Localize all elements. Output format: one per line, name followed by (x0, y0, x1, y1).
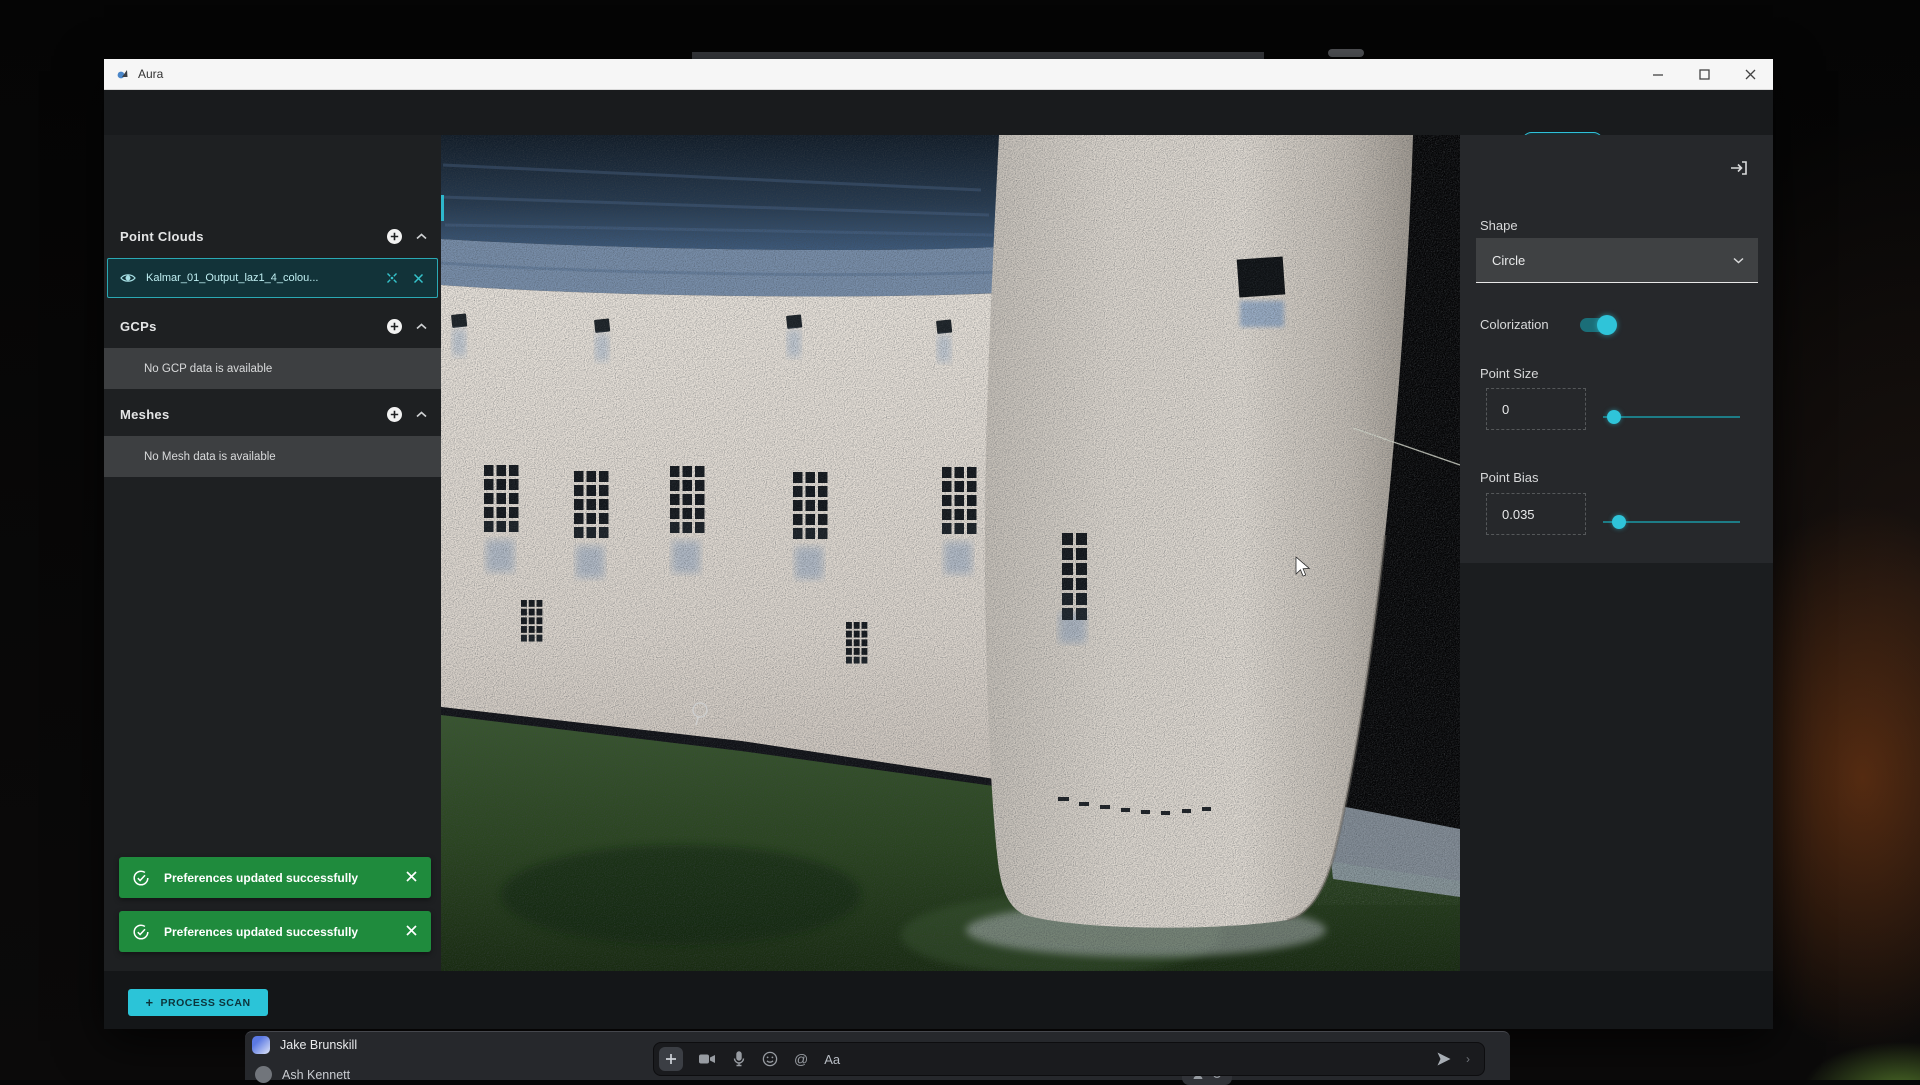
chat-overlay-window: Jake Brunskill Ash Kennett @ Aa (245, 1031, 1510, 1080)
text-format-icon[interactable]: Aa (824, 1052, 840, 1067)
emoji-icon[interactable] (762, 1051, 778, 1067)
attach-plus-button[interactable] (659, 1047, 683, 1071)
aura-app-window: Aura (104, 59, 1773, 1029)
toast-close-icon[interactable] (405, 870, 418, 883)
toast-close-icon[interactable] (405, 924, 418, 937)
mention-at-icon[interactable]: @ (794, 1051, 808, 1067)
section-gcps: GCPs (104, 313, 441, 339)
mesh-empty-state: No Mesh data is available (104, 436, 441, 477)
section-title: Point Clouds (120, 229, 204, 244)
point-bias-slider-thumb[interactable] (1612, 515, 1626, 529)
process-scan-label: PROCESS SCAN (161, 997, 251, 1009)
add-gcp-button[interactable] (386, 318, 403, 335)
expand-chevron-icon[interactable]: › (1466, 1052, 1470, 1066)
point-bias-input[interactable] (1486, 493, 1586, 535)
point-cloud-item-selected[interactable]: Kalmar_01_Output_laz1_4_colou... (107, 258, 438, 298)
point-size-slider[interactable] (1603, 416, 1740, 418)
viewport-edge-marker (441, 195, 444, 221)
chevron-down-icon (1733, 257, 1744, 264)
member-name: Ash Kennett (282, 1068, 350, 1082)
plus-icon: + (145, 995, 153, 1010)
maximize-button[interactable] (1681, 59, 1727, 90)
remove-item-icon[interactable] (413, 273, 424, 284)
scene-sidebar: Point Clouds Kalmar_01_Output_laz1_4_col… (104, 135, 441, 971)
shape-label: Shape (1480, 218, 1518, 233)
video-camera-icon[interactable] (699, 1052, 716, 1066)
point-size-label: Point Size (1480, 366, 1539, 381)
window-title: Aura (138, 67, 163, 81)
minimize-button[interactable] (1635, 59, 1681, 90)
point-bias-slider[interactable] (1603, 521, 1740, 523)
close-button[interactable] (1727, 59, 1773, 90)
point-size-input[interactable] (1486, 388, 1586, 430)
background-window-tab (1328, 49, 1364, 57)
send-message-icon[interactable] (1436, 1051, 1452, 1067)
render-settings-panel: Shape Circle Colorization Point Size Poi… (1460, 135, 1773, 971)
point-cloud-viewport[interactable] (441, 135, 1460, 971)
toast-notification: Preferences updated successfully (119, 857, 431, 898)
point-size-slider-thumb[interactable] (1607, 410, 1621, 424)
focus-item-icon[interactable] (385, 271, 399, 285)
collapse-chevron-icon[interactable] (416, 323, 427, 330)
collapse-panel-icon[interactable] (1729, 159, 1749, 177)
visibility-eye-icon[interactable] (120, 272, 136, 284)
empty-state-text: No GCP data is available (144, 363, 272, 375)
check-circle-icon (132, 869, 150, 887)
main-toolbar: DBD SOR LICENSE Version: INTERNAL_Rel... (104, 90, 1773, 135)
gcp-empty-state: No GCP data is available (104, 348, 441, 389)
point-cloud-name: Kalmar_01_Output_laz1_4_colou... (146, 272, 378, 284)
process-scan-button[interactable]: + PROCESS SCAN (128, 989, 268, 1016)
toast-message: Preferences updated successfully (164, 925, 358, 939)
section-meshes: Meshes (104, 401, 441, 427)
toast-message: Preferences updated successfully (164, 871, 358, 885)
avatar (255, 1066, 272, 1083)
collapse-chevron-icon[interactable] (416, 233, 427, 240)
shape-dropdown[interactable]: Circle (1476, 238, 1758, 283)
check-circle-icon (132, 923, 150, 941)
bottom-action-bar: + PROCESS SCAN (104, 971, 1773, 1029)
add-mesh-button[interactable] (386, 406, 403, 423)
collapse-chevron-icon[interactable] (416, 411, 427, 418)
section-title: GCPs (120, 319, 157, 334)
point-bias-label: Point Bias (1480, 470, 1539, 485)
add-point-cloud-button[interactable] (386, 228, 403, 245)
toast-notification: Preferences updated successfully (119, 911, 431, 952)
chat-member-row[interactable]: Ash Kennett (255, 1066, 350, 1083)
section-title: Meshes (120, 407, 170, 422)
microphone-icon[interactable] (732, 1051, 746, 1067)
titlebar[interactable]: Aura (104, 59, 1773, 90)
desktop-wallpaper: Aura (0, 0, 1920, 1080)
chat-message-input[interactable]: @ Aa › (653, 1042, 1485, 1076)
chat-member-row[interactable]: Jake Brunskill (252, 1036, 357, 1054)
toggle-thumb (1597, 315, 1617, 335)
section-point-clouds: Point Clouds (104, 223, 441, 249)
empty-state-text: No Mesh data is available (144, 451, 276, 463)
shape-dropdown-value: Circle (1492, 253, 1525, 268)
app-logo-icon (116, 67, 130, 81)
member-name: Jake Brunskill (280, 1038, 357, 1052)
colorization-label: Colorization (1480, 317, 1549, 332)
colorization-toggle[interactable] (1580, 318, 1614, 332)
avatar (252, 1036, 270, 1054)
